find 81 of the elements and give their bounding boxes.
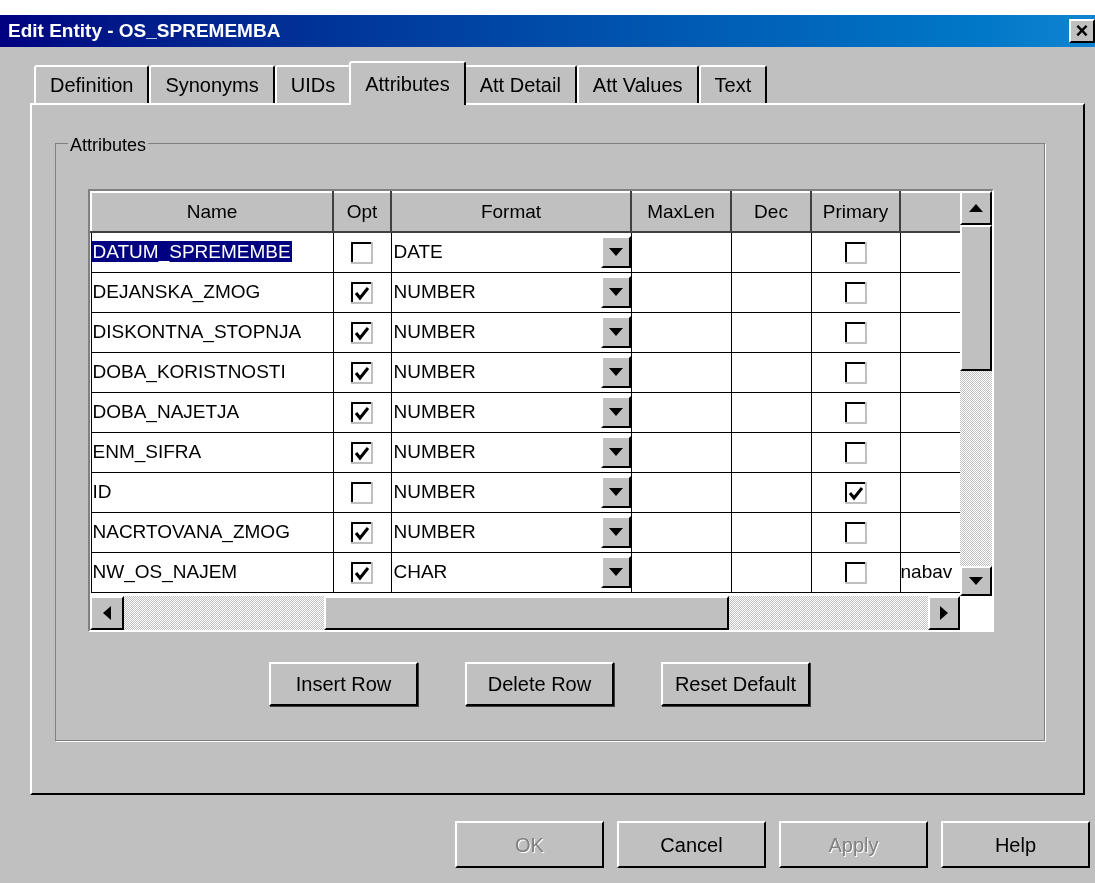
format-cell-text: NUMBER [393,279,476,304]
format-cell-text: CHAR [393,559,448,584]
format-cell-text: NUMBER [393,399,476,424]
name-cell[interactable]: DATUM_SPREMEMBE [92,241,292,262]
checkbox[interactable] [844,361,867,384]
checkbox[interactable] [351,561,373,584]
scroll-down-button[interactable] [960,566,992,596]
checkbox[interactable] [844,321,867,344]
table-cell: nabav [901,560,953,582]
checkbox[interactable] [844,561,867,584]
grid-button[interactable]: Insert Row [269,662,418,706]
down-arrow-icon [608,528,623,536]
down-arrow-icon [608,368,623,376]
format-cell-text: NUMBER [393,479,476,504]
column-header[interactable]: Name [91,192,333,232]
scroll-right-button[interactable] [928,596,960,630]
tab[interactable]: Definition [34,65,150,103]
dropdown-button[interactable] [600,476,630,508]
checkbox[interactable] [351,361,373,384]
dialog-button[interactable]: Help [941,821,1090,868]
checkbox[interactable] [844,481,867,504]
down-arrow-icon [608,408,623,416]
down-arrow-icon [608,488,623,496]
checkbox[interactable] [844,521,867,544]
format-cell-text: DATE [393,240,443,264]
checkbox[interactable] [844,242,867,264]
checkbox[interactable] [351,401,373,424]
tab[interactable]: Att Values [576,65,699,103]
dropdown-button[interactable] [600,316,630,348]
horizontal-scrollbar[interactable] [90,596,960,630]
scroll-left-button[interactable] [90,596,124,630]
down-arrow-icon [969,577,983,585]
column-header[interactable]: Opt [333,192,391,232]
down-arrow-icon [608,448,623,456]
checkbox[interactable] [351,441,373,464]
tab[interactable]: UIDs [274,65,352,103]
right-arrow-icon [940,606,948,620]
checkbox[interactable] [351,481,373,504]
column-header[interactable]: MaxLen [631,192,731,232]
dropdown-button[interactable] [600,356,630,388]
tab[interactable]: Attributes [349,61,466,105]
dropdown-button[interactable] [600,516,630,548]
checkbox[interactable] [844,281,867,304]
tab[interactable]: Att Detail [463,65,577,103]
down-arrow-icon [608,288,623,296]
scroll-up-button[interactable] [960,191,992,225]
grid-button[interactable]: Reset Default [661,662,810,706]
column-header[interactable]: Format [391,192,631,232]
down-arrow-icon [608,568,623,576]
checkbox[interactable] [351,281,373,304]
down-arrow-icon [608,248,623,257]
tab[interactable]: Synonyms [149,65,275,103]
dropdown-button[interactable] [600,396,630,428]
column-header[interactable]: Primary [811,192,900,232]
dropdown-button[interactable] [600,276,630,308]
close-button[interactable]: × [1069,19,1095,43]
tab[interactable]: Text [698,65,768,103]
dropdown-button[interactable] [600,556,630,588]
dialog-button[interactable]: Cancel [617,821,766,868]
format-cell-text: NUMBER [393,359,476,384]
scroll-thumb[interactable] [324,596,729,630]
name-cell[interactable]: ID [92,480,113,502]
column-header[interactable]: Dec [731,192,811,232]
window-title: Edit Entity - OS_SPREMEMBA [8,18,281,43]
dropdown-button[interactable] [600,436,630,468]
checkbox[interactable] [351,521,373,544]
checkbox[interactable] [351,242,373,264]
scroll-thumb[interactable] [960,225,992,371]
checkbox[interactable] [844,441,867,464]
format-cell-text: NUMBER [393,439,476,464]
dropdown-button[interactable] [600,236,630,269]
down-arrow-icon [608,328,623,336]
column-header[interactable] [900,192,960,232]
vertical-scrollbar[interactable] [960,191,992,596]
checkbox[interactable] [844,401,867,424]
left-arrow-icon [103,606,111,620]
up-arrow-icon [969,204,983,212]
checkbox[interactable] [351,321,373,344]
grid-button[interactable]: Delete Row [465,662,614,706]
format-cell-text: NUMBER [393,519,476,544]
format-cell-text: NUMBER [393,319,476,344]
